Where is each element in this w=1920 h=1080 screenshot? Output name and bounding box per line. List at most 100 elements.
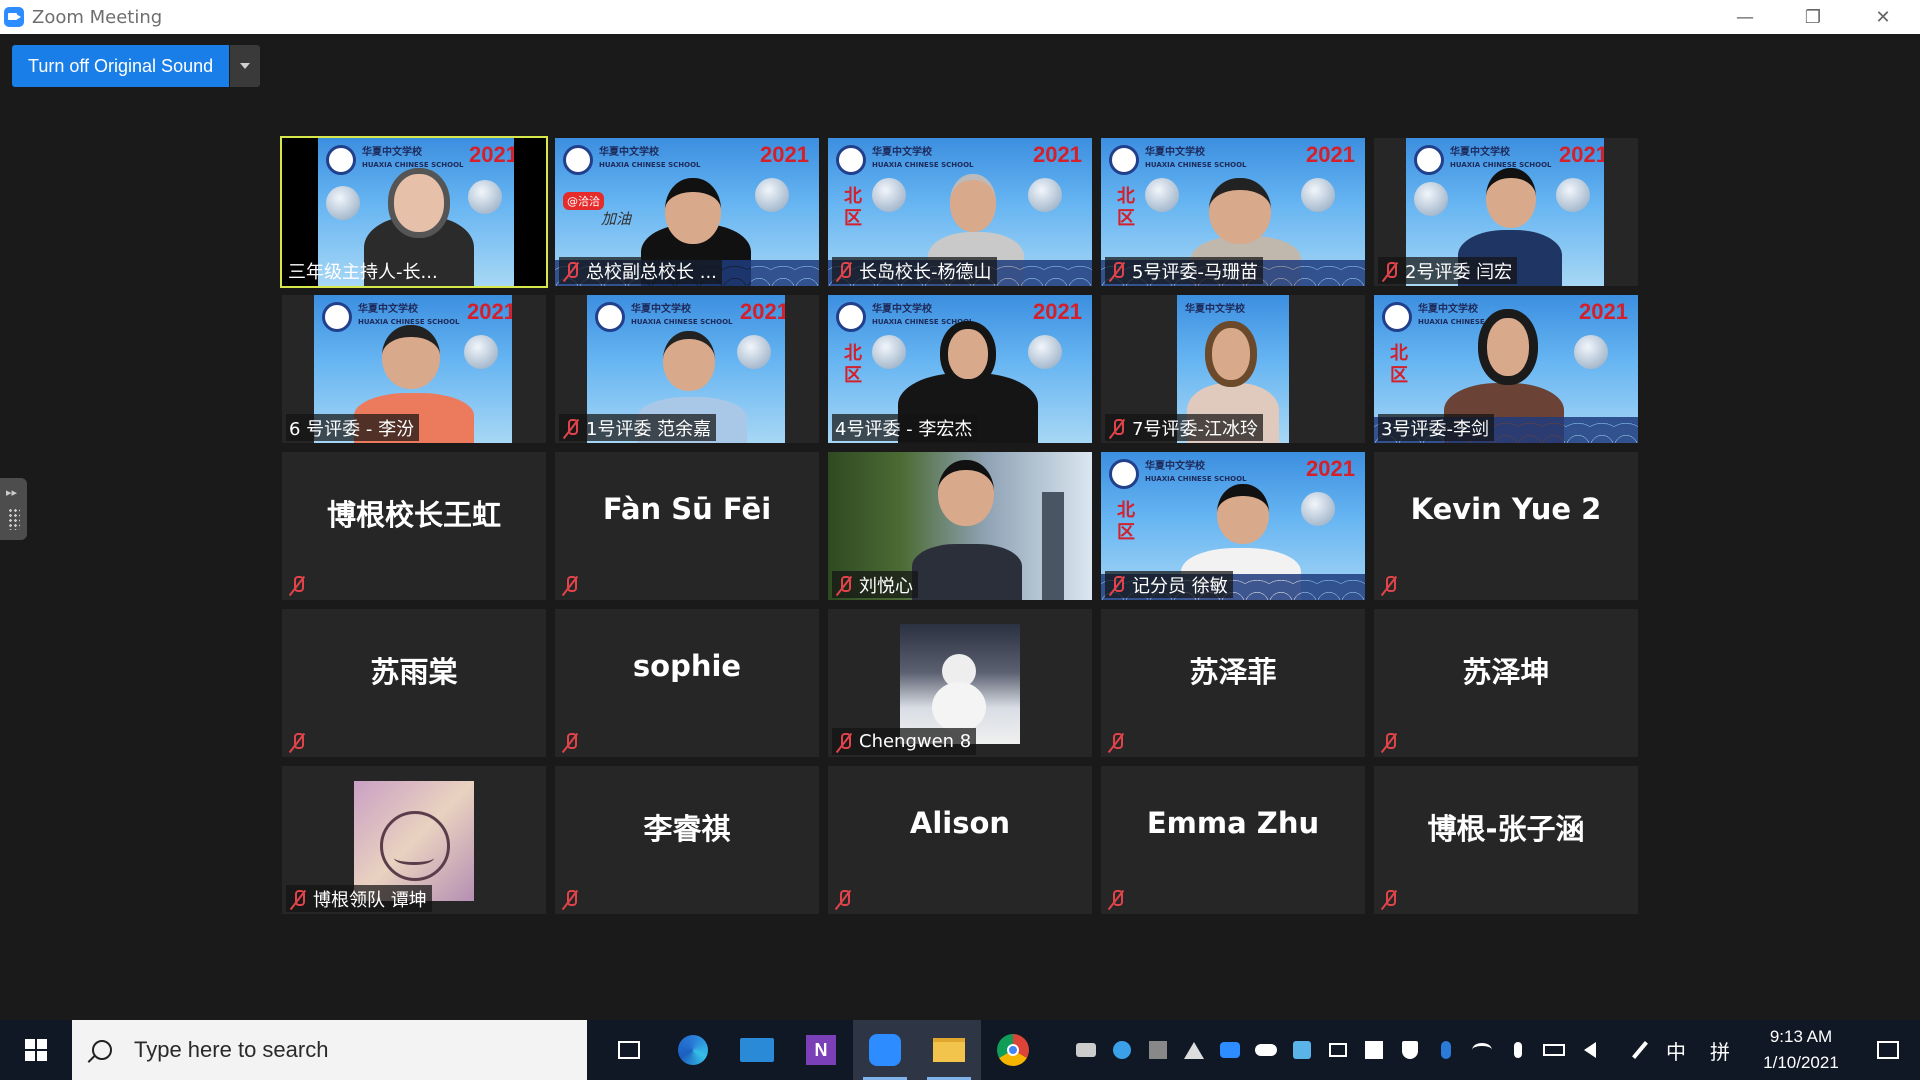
participant-tile[interactable]: 华夏中文学校 HUAXIA CHINESE SCHOOL 2021 三年级主持人-… — [280, 136, 548, 288]
tray-icon[interactable] — [1248, 1020, 1284, 1080]
onenote-icon: N — [806, 1035, 836, 1065]
minimize-button[interactable]: — — [1710, 0, 1780, 34]
participant-name-card: Fàn Sū Fēi — [602, 492, 772, 526]
muted-mic-icon — [835, 732, 853, 752]
edge-icon — [678, 1035, 708, 1065]
restore-button[interactable]: ❐ — [1778, 0, 1848, 34]
participant-tile[interactable]: 华夏中文学校 HUAXIA CHINESE SCHOOL 2021 北区 记分员 … — [1101, 452, 1365, 600]
taskbar-mail[interactable] — [725, 1020, 789, 1080]
tray-icon[interactable] — [1068, 1020, 1104, 1080]
participant-tile[interactable]: sophie — [555, 609, 819, 757]
taskbar-zoom[interactable] — [853, 1020, 917, 1080]
participant-tile[interactable]: 华夏中文学校 HUAXIA CHINESE SCHOOL 2021 1号评委 范余… — [555, 295, 819, 443]
gallery-side-handle[interactable]: ▸▸ — [0, 478, 27, 540]
start-button[interactable] — [0, 1020, 72, 1080]
participant-tile[interactable]: 华夏中文学校 HUAXIA CHINESE SCHOOL 2021 6 号评委 -… — [282, 295, 546, 443]
taskbar-onenote[interactable]: N — [789, 1020, 853, 1080]
participant-tile[interactable]: 华夏中文学校 7号评委-江冰玲 — [1101, 295, 1365, 443]
participant-tile[interactable]: Fàn Sū Fēi — [555, 452, 819, 600]
participant-tile[interactable]: 刘悦心 — [828, 452, 1092, 600]
clock-time: 9:13 AM — [1769, 1027, 1833, 1046]
tray-icon[interactable] — [1320, 1020, 1356, 1080]
task-view-button[interactable] — [597, 1020, 661, 1080]
sticker-badge: @洽洽 — [563, 192, 604, 210]
taskbar-search-box[interactable]: Type here to search — [72, 1020, 587, 1080]
tray-icon[interactable] — [1392, 1020, 1428, 1080]
tray-icon[interactable] — [1104, 1020, 1140, 1080]
muted-mic-icon — [1107, 732, 1125, 752]
tray-icon[interactable] — [1536, 1020, 1572, 1080]
participant-name: 三年级主持人-长... — [288, 261, 438, 283]
participant-name: Chengwen 8 — [832, 728, 977, 755]
participant-tile[interactable]: 博根-张子涵 — [1374, 766, 1638, 914]
tray-icon[interactable] — [1212, 1020, 1248, 1080]
ime-language[interactable]: 中 — [1658, 1020, 1694, 1080]
tray-icon[interactable] — [1500, 1020, 1536, 1080]
muted-mic-icon — [1381, 261, 1399, 281]
participant-tile[interactable]: 华夏中文学校 HUAXIA CHINESE SCHOOL 2021 北区 3号评委… — [1374, 295, 1638, 443]
participant-name-card: sophie — [632, 649, 742, 683]
participant-tile[interactable]: 苏泽坤 — [1374, 609, 1638, 757]
participant-status — [832, 885, 863, 912]
tray-icon[interactable] — [1140, 1020, 1176, 1080]
zoom-icon — [869, 1034, 901, 1066]
participant-tile[interactable]: Kevin Yue 2 — [1374, 452, 1638, 600]
taskbar-chrome[interactable] — [981, 1020, 1045, 1080]
turn-off-original-sound-button[interactable]: Turn off Original Sound — [12, 45, 230, 87]
participant-status — [1378, 571, 1409, 598]
pen-icon — [1632, 1041, 1648, 1059]
original-sound-dropdown[interactable] — [230, 45, 261, 87]
participant-tile[interactable]: Emma Zhu — [1101, 766, 1365, 914]
tray-icon[interactable] — [1176, 1020, 1212, 1080]
tray-icon[interactable] — [1464, 1020, 1500, 1080]
participant-tile[interactable]: Alison — [828, 766, 1092, 914]
taskbar-clock[interactable]: 9:13 AM 1/10/2021 — [1746, 1024, 1856, 1076]
participant-tile[interactable]: 华夏中文学校 HUAXIA CHINESE SCHOOL 2021 @洽洽 加油 … — [555, 138, 819, 286]
search-placeholder: Type here to search — [134, 1037, 329, 1062]
muted-mic-icon — [1107, 889, 1125, 909]
participant-tile[interactable]: 苏泽菲 — [1101, 609, 1365, 757]
participant-tile[interactable]: Chengwen 8 — [828, 609, 1092, 757]
double-chevron-right-icon: ▸▸ — [6, 486, 18, 499]
notification-icon — [1877, 1041, 1899, 1059]
participant-tile[interactable]: 博根校长王虹 — [282, 452, 546, 600]
app-tray-icon — [1076, 1043, 1096, 1057]
taskbar-edge[interactable] — [661, 1020, 725, 1080]
participant-tile[interactable]: 华夏中文学校 HUAXIA CHINESE SCHOOL 2021 北区 长岛校长… — [828, 138, 1092, 286]
participant-tile[interactable]: 博根领队 谭坤 — [282, 766, 546, 914]
participant-name-card: Emma Zhu — [1146, 806, 1320, 840]
app-tray-icon — [1365, 1041, 1383, 1059]
participant-name: 刘悦心 — [832, 571, 918, 598]
participant-tile[interactable]: 苏雨棠 — [282, 609, 546, 757]
action-center-button[interactable] — [1856, 1020, 1920, 1080]
zoom-tray-icon — [1220, 1042, 1240, 1058]
muted-mic-icon — [1108, 575, 1126, 595]
muted-mic-icon — [835, 575, 853, 595]
muted-mic-icon — [289, 889, 307, 909]
muted-mic-icon — [562, 261, 580, 281]
participant-tile[interactable]: 华夏中文学校 HUAXIA CHINESE SCHOOL 2021 北区 5号评委… — [1101, 138, 1365, 286]
participant-tile[interactable]: 华夏中文学校 HUAXIA CHINESE SCHOOL 2021 2号评委 闫宏 — [1374, 138, 1638, 286]
tray-icon[interactable] — [1428, 1020, 1464, 1080]
tray-icon[interactable] — [1622, 1020, 1658, 1080]
close-button[interactable]: ✕ — [1848, 0, 1918, 34]
participant-name: 5号评委-马珊苗 — [1105, 257, 1263, 284]
participant-name-card: 苏泽菲 — [1189, 655, 1277, 689]
shield-icon — [1402, 1041, 1418, 1059]
tray-icon[interactable] — [1284, 1020, 1320, 1080]
ime-mode[interactable]: 拼 — [1702, 1020, 1738, 1080]
chrome-icon — [997, 1034, 1029, 1066]
cheer-text: 加油 — [601, 210, 632, 228]
participant-name-card: 博根校长王虹 — [326, 498, 501, 532]
participant-status — [559, 728, 590, 755]
tray-icon[interactable] — [1356, 1020, 1392, 1080]
taskbar-file-explorer[interactable] — [917, 1020, 981, 1080]
participant-tile[interactable]: 华夏中文学校 HUAXIA CHINESE SCHOOL 2021 北区 4号评委… — [828, 295, 1092, 443]
participant-status — [1378, 728, 1409, 755]
tray-icon[interactable] — [1572, 1020, 1608, 1080]
windows-taskbar: Type here to search N 中 拼 9:13 AM 1/10/2… — [0, 1020, 1920, 1080]
participant-tile[interactable]: 李睿祺 — [555, 766, 819, 914]
participant-name: 3号评委-李剑 — [1378, 414, 1494, 441]
muted-mic-icon — [561, 889, 579, 909]
participant-name: 7号评委-江冰玲 — [1105, 414, 1263, 441]
